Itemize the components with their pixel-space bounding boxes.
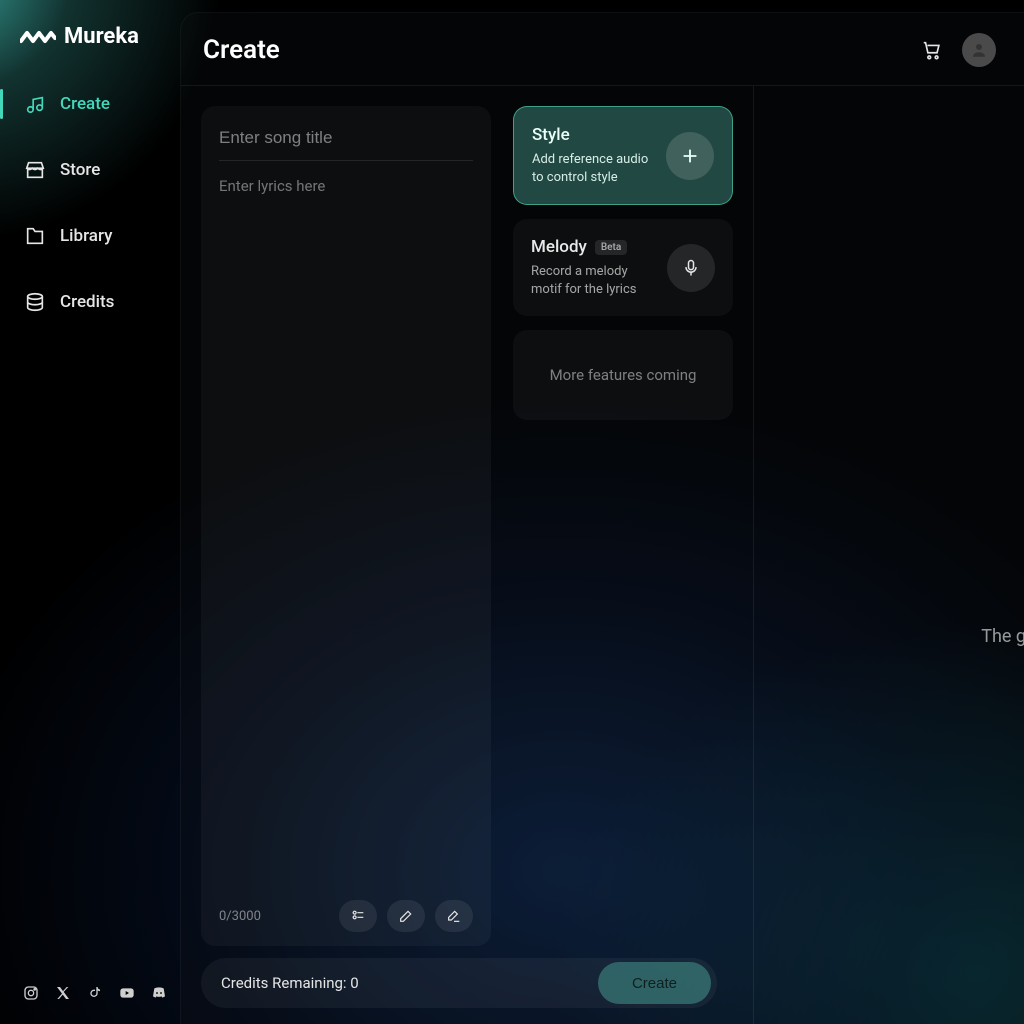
lyrics-tool-3[interactable] xyxy=(435,900,473,932)
melody-card-title: Melody xyxy=(531,237,587,257)
credits-icon xyxy=(24,291,46,313)
lyrics-card: 0/3000 xyxy=(201,106,491,946)
sidebar-item-create[interactable]: Create xyxy=(0,85,180,123)
x-twitter-icon[interactable] xyxy=(54,984,72,1002)
library-icon xyxy=(24,225,46,247)
social-links xyxy=(0,984,180,1024)
page-title: Create xyxy=(203,35,280,65)
brand-logo[interactable]: Mureka xyxy=(0,24,180,85)
youtube-icon[interactable] xyxy=(118,984,136,1002)
beta-badge: Beta xyxy=(595,240,627,255)
music-icon xyxy=(24,93,46,115)
discord-icon[interactable] xyxy=(150,984,168,1002)
style-card-desc: Add reference audio to control style xyxy=(532,151,652,186)
char-count: 0/3000 xyxy=(219,909,261,924)
sidebar-item-library[interactable]: Library xyxy=(0,217,180,255)
sidebar-item-label: Credits xyxy=(60,292,114,312)
cart-icon xyxy=(921,39,943,61)
instagram-icon[interactable] xyxy=(22,984,40,1002)
melody-card[interactable]: Melody Beta Record a melody motif for th… xyxy=(513,219,733,316)
more-features-card: More features coming xyxy=(513,330,733,420)
store-icon xyxy=(24,159,46,181)
sidebar-item-label: Store xyxy=(60,160,100,180)
melody-card-desc: Record a melody motif for the lyrics xyxy=(531,263,653,298)
credits-remaining: Credits Remaining: 0 xyxy=(221,974,359,992)
person-icon xyxy=(970,41,988,59)
brand-logo-icon xyxy=(20,27,56,47)
main-header: Create xyxy=(181,13,1024,86)
microphone-icon xyxy=(681,258,701,278)
style-card-title: Style xyxy=(532,125,652,145)
brand-name: Mureka xyxy=(64,24,139,49)
lyrics-tool-2[interactable] xyxy=(387,900,425,932)
melody-record-button[interactable] xyxy=(667,244,715,292)
sidebar-item-credits[interactable]: Credits xyxy=(0,283,180,321)
sidebar: Mureka Create Store xyxy=(0,0,180,1024)
edit-lines-icon xyxy=(445,908,463,924)
lyrics-textarea[interactable] xyxy=(219,161,473,892)
style-card[interactable]: Style Add reference audio to control sty… xyxy=(513,106,733,205)
sliders-icon xyxy=(349,908,367,924)
main-panel: Create 0/3000 xyxy=(180,12,1024,1024)
output-panel: The g xyxy=(753,86,1024,1024)
more-features-text: More features coming xyxy=(550,366,697,384)
sidebar-item-label: Library xyxy=(60,226,112,246)
user-avatar[interactable] xyxy=(962,33,996,67)
edit-icon xyxy=(397,908,415,924)
song-title-input[interactable] xyxy=(219,122,473,161)
tiktok-icon[interactable] xyxy=(86,984,104,1002)
sidebar-item-label: Create xyxy=(60,94,110,114)
lyrics-tool-1[interactable] xyxy=(339,900,377,932)
cart-button[interactable] xyxy=(920,38,944,62)
plus-icon xyxy=(679,145,701,167)
sidebar-nav: Create Store Library xyxy=(0,85,180,321)
style-add-button[interactable] xyxy=(666,132,714,180)
sidebar-item-store[interactable]: Store xyxy=(0,151,180,189)
output-message: The g xyxy=(981,626,1024,647)
create-button[interactable]: Create xyxy=(598,962,711,1004)
bottom-bar: Credits Remaining: 0 Create xyxy=(201,958,717,1008)
